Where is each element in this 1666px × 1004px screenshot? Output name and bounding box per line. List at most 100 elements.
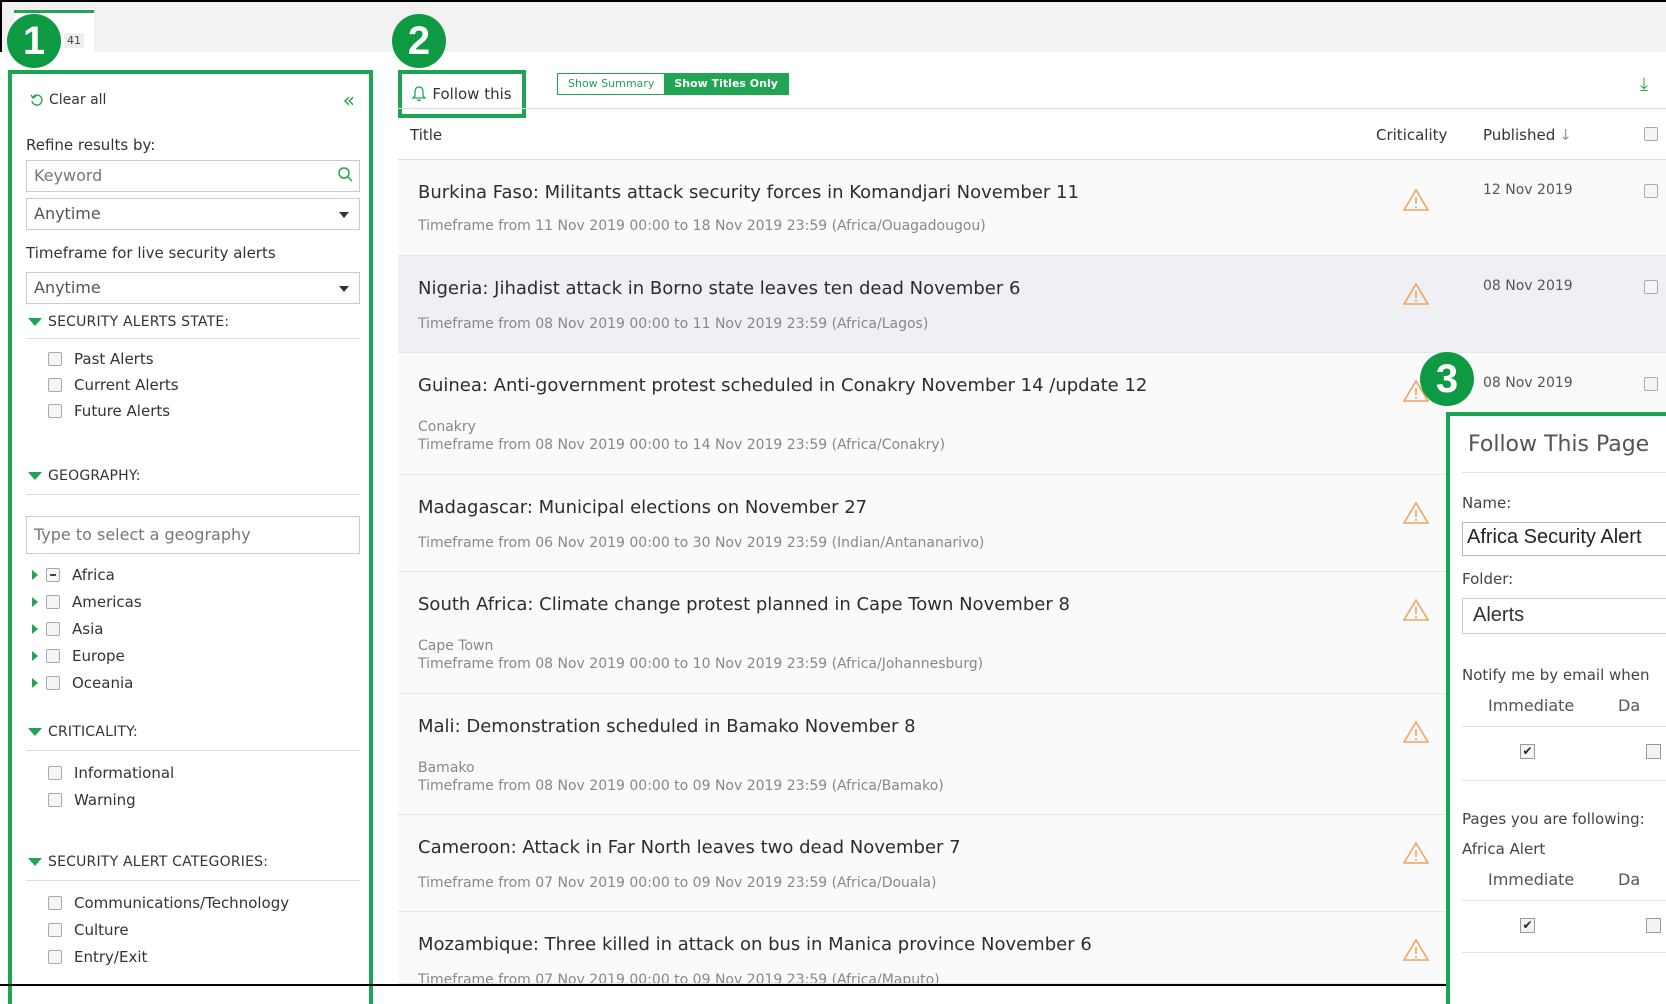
table-row[interactable]: Nigeria: Jihadist attack in Borno state …	[398, 256, 1666, 353]
view-toggle: Show Summary Show Titles Only	[557, 73, 789, 95]
checkbox[interactable]	[46, 568, 60, 582]
alert-title[interactable]: Madagascar: Municipal elections on Novem…	[418, 497, 867, 518]
alert-title[interactable]: South Africa: Climate change protest pla…	[418, 594, 1070, 615]
col-criticality-header[interactable]: Criticality	[1376, 126, 1447, 144]
collapse-triangle-icon	[28, 472, 42, 480]
select-all-checkbox[interactable]	[1644, 127, 1658, 141]
checkbox[interactable]	[48, 404, 62, 418]
divider	[1462, 472, 1666, 473]
immediate-checkbox[interactable]: ✔	[1520, 918, 1535, 933]
geo-option-asia[interactable]: Asia	[32, 620, 103, 638]
following-item[interactable]: Africa Alert	[1462, 840, 1545, 858]
immediate-col-label: Immediate	[1488, 696, 1575, 715]
alert-title[interactable]: Mozambique: Three killed in attack on bu…	[418, 934, 1092, 955]
divider	[1462, 780, 1666, 781]
alert-title[interactable]: Burkina Faso: Militants attack security …	[418, 182, 1079, 203]
alert-timeframe: Timeframe from 06 Nov 2019 00:00 to 30 N…	[418, 535, 985, 551]
show-titles-button[interactable]: Show Titles Only	[664, 74, 788, 94]
geo-option-africa[interactable]: Africa	[32, 566, 115, 584]
collapse-panel-icon[interactable]: «	[343, 88, 355, 112]
option-label: Americas	[72, 593, 142, 611]
checkbox[interactable]	[46, 595, 60, 609]
alert-title[interactable]: Nigeria: Jihadist attack in Borno state …	[418, 278, 1020, 299]
checkbox[interactable]	[48, 923, 62, 937]
folder-select[interactable]: Alerts	[1462, 598, 1666, 634]
expand-triangle-icon[interactable]	[32, 678, 38, 688]
filter-option-future-alerts[interactable]: Future Alerts	[48, 402, 170, 420]
checkbox[interactable]	[48, 766, 62, 780]
row-checkbox[interactable]	[1644, 377, 1658, 391]
divider	[1462, 952, 1666, 953]
name-input[interactable]: Africa Security Alert	[1462, 522, 1666, 556]
checkbox[interactable]	[46, 676, 60, 690]
option-label: Future Alerts	[74, 402, 171, 420]
filter-panel: Clear all « Refine results by: Keyword A…	[8, 70, 373, 1004]
timeframe-select[interactable]: Anytime	[26, 272, 360, 304]
categories-section-toggle[interactable]: SECURITY ALERT CATEGORIES:	[28, 854, 268, 870]
geo-option-americas[interactable]: Americas	[32, 593, 142, 611]
warning-icon	[1403, 501, 1429, 524]
checkbox[interactable]	[48, 378, 62, 392]
clear-all-link[interactable]: Clear all	[30, 92, 106, 108]
option-label: Communications/Technology	[74, 894, 290, 912]
immediate-checkbox[interactable]: ✔	[1520, 744, 1535, 759]
filter-option-communications[interactable]: Communications/Technology	[48, 894, 289, 912]
collapse-triangle-icon	[28, 858, 42, 866]
geo-option-oceania[interactable]: Oceania	[32, 674, 134, 692]
state-section-toggle[interactable]: SECURITY ALERTS STATE:	[28, 314, 229, 330]
expand-triangle-icon[interactable]	[32, 597, 38, 607]
published-date: 08 Nov 2019	[1483, 375, 1573, 391]
geo-option-europe[interactable]: Europe	[32, 647, 125, 665]
divider	[26, 494, 360, 495]
alert-title[interactable]: Guinea: Anti-government protest schedule…	[418, 375, 1147, 396]
checkbox[interactable]	[46, 622, 60, 636]
checkbox[interactable]	[48, 793, 62, 807]
alert-timeframe: Timeframe from 07 Nov 2019 00:00 to 09 N…	[418, 972, 940, 984]
daily-checkbox[interactable]	[1646, 918, 1661, 933]
col-title-header[interactable]: Title	[410, 126, 442, 144]
name-label: Name:	[1462, 494, 1512, 512]
geography-section-toggle[interactable]: GEOGRAPHY:	[28, 468, 141, 484]
checkbox[interactable]	[48, 352, 62, 366]
checkbox[interactable]	[46, 649, 60, 663]
col-published-label: Published	[1483, 126, 1556, 144]
row-checkbox[interactable]	[1644, 280, 1658, 294]
filter-option-informational[interactable]: Informational	[48, 764, 174, 782]
divider	[26, 338, 360, 339]
results-count-badge: 41	[64, 33, 84, 48]
clear-all-label: Clear all	[49, 92, 107, 108]
chevron-down-icon	[339, 212, 349, 218]
checkbox[interactable]	[48, 896, 62, 910]
top-tab-bar: 41	[0, 0, 1666, 52]
filter-option-culture[interactable]: Culture	[48, 921, 129, 939]
geography-input[interactable]: Type to select a geography	[26, 516, 360, 554]
option-label: Africa	[72, 566, 115, 584]
show-summary-button[interactable]: Show Summary	[558, 74, 665, 94]
filter-option-current-alerts[interactable]: Current Alerts	[48, 376, 179, 394]
option-label: Oceania	[72, 674, 134, 692]
col-published-header[interactable]: Published ↓	[1483, 126, 1572, 144]
filter-option-past-alerts[interactable]: Past Alerts	[48, 350, 154, 368]
keyword-input[interactable]: Keyword	[26, 160, 360, 192]
alert-timeframe: Timeframe from 08 Nov 2019 00:00 to 10 N…	[418, 656, 984, 672]
alert-title[interactable]: Mali: Demonstration scheduled in Bamako …	[418, 716, 916, 737]
filter-option-warning[interactable]: Warning	[48, 791, 136, 809]
table-row[interactable]: Burkina Faso: Militants attack security …	[398, 160, 1666, 256]
filter-option-entry-exit[interactable]: Entry/Exit	[48, 948, 147, 966]
daily-checkbox[interactable]	[1646, 744, 1661, 759]
checkbox[interactable]	[48, 950, 62, 964]
alert-title[interactable]: Cameroon: Attack in Far North leaves two…	[418, 837, 961, 858]
date-select[interactable]: Anytime	[26, 198, 360, 230]
criticality-section-toggle[interactable]: CRITICALITY:	[28, 724, 138, 740]
collapse-triangle-icon	[28, 728, 42, 736]
divider	[1462, 726, 1666, 727]
expand-triangle-icon[interactable]	[32, 651, 38, 661]
timeframe-select-value: Anytime	[34, 278, 101, 297]
expand-triangle-icon[interactable]	[32, 624, 38, 634]
row-checkbox[interactable]	[1644, 184, 1658, 198]
option-label: Entry/Exit	[74, 948, 148, 966]
expand-triangle-icon[interactable]	[32, 570, 38, 580]
download-icon[interactable]: ⤓	[1640, 74, 1648, 95]
divider	[26, 750, 360, 751]
search-icon	[338, 167, 353, 182]
